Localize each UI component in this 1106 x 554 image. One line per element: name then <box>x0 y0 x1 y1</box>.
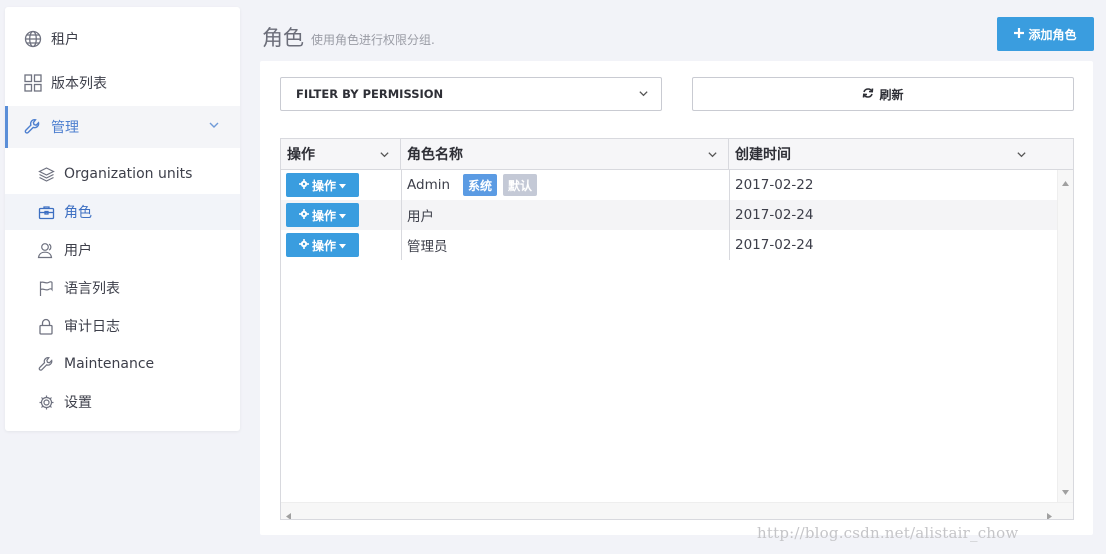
gear-icon <box>298 238 309 252</box>
creation-time: 2017-02-22 <box>729 170 1057 200</box>
sidebar-item-label: 角色 <box>64 205 92 221</box>
caret-down-icon <box>339 208 346 222</box>
sidebar-item-label: 用户 <box>64 243 92 259</box>
sidebar-item-label: 租户 <box>51 32 79 48</box>
flag-icon <box>36 278 56 298</box>
sidebar-item-label: 版本列表 <box>51 76 107 92</box>
chevron-down-icon <box>208 119 220 135</box>
gear-icon <box>298 178 309 192</box>
globe-icon <box>23 29 43 49</box>
creation-time: 2017-02-24 <box>729 200 1057 230</box>
table-row: 操作 管理员 2017-02-24 <box>281 230 1057 260</box>
chevron-down-icon <box>1016 148 1027 164</box>
row-actions-button[interactable]: 操作 <box>286 173 359 197</box>
grid-icon <box>23 73 43 93</box>
lock-icon <box>36 316 56 336</box>
row-actions-button[interactable]: 操作 <box>286 203 359 227</box>
sidebar: 租户 版本列表 管理 Organization units 角色 用户 语言列表… <box>5 7 240 431</box>
roles-grid: 操作 角色名称 创建时间 操作 Admin 系统 默认 2017-02-22 操… <box>280 138 1074 520</box>
sidebar-item-users[interactable]: 用户 <box>5 232 240 268</box>
caret-down-icon <box>339 238 346 252</box>
creation-time: 2017-02-24 <box>729 230 1057 260</box>
static-badge: 系统 <box>463 174 498 196</box>
chevron-down-icon <box>707 148 718 164</box>
plus-icon <box>1014 27 1025 41</box>
default-badge: 默认 <box>503 174 538 196</box>
briefcase-icon <box>36 202 56 222</box>
grid-header: 操作 角色名称 创建时间 <box>281 139 1073 170</box>
add-role-label: 添加角色 <box>1028 27 1077 42</box>
sidebar-item-label: 语言列表 <box>64 281 120 297</box>
scroll-up-icon[interactable] <box>1062 174 1069 190</box>
table-row: 操作 用户 2017-02-24 <box>281 200 1057 230</box>
gear-icon <box>36 392 56 412</box>
refresh-label: 刷新 <box>879 87 904 102</box>
sidebar-item-label: 设置 <box>64 395 92 411</box>
sidebar-item-label: 管理 <box>51 120 79 136</box>
users-icon <box>36 240 56 260</box>
page-subtitle: 使用角色进行权限分组. <box>311 33 435 47</box>
sidebar-item-administration[interactable]: 管理 <box>5 106 240 148</box>
scroll-left-icon[interactable] <box>286 508 291 519</box>
scroll-right-icon[interactable] <box>1047 508 1052 519</box>
column-header-role-name[interactable]: 角色名称 <box>401 139 729 169</box>
column-header-creation-time[interactable]: 创建时间 <box>729 139 1073 169</box>
chevron-down-icon <box>379 148 390 164</box>
sidebar-item-label: Maintenance <box>64 356 155 372</box>
vertical-scrollbar[interactable] <box>1057 170 1073 503</box>
refresh-icon <box>862 87 874 102</box>
sidebar-item-settings[interactable]: 设置 <box>5 384 240 420</box>
wrench-icon <box>23 117 43 137</box>
row-actions-button[interactable]: 操作 <box>286 233 359 257</box>
sidebar-item-editions[interactable]: 版本列表 <box>5 64 240 102</box>
permission-filter-select[interactable]: FILTER BY PERMISSION <box>280 77 662 111</box>
watermark: http://blog.csdn.net/alistair_chow <box>757 524 1019 542</box>
add-role-button[interactable]: 添加角色 <box>997 17 1094 51</box>
filter-label: FILTER BY PERMISSION <box>296 87 444 101</box>
sidebar-item-audit-logs[interactable]: 审计日志 <box>5 308 240 344</box>
sidebar-item-label: Organization units <box>64 166 193 182</box>
sidebar-item-tenants[interactable]: 租户 <box>5 20 240 58</box>
sidebar-item-languages[interactable]: 语言列表 <box>5 270 240 306</box>
table-row: 操作 Admin 系统 默认 2017-02-22 <box>281 170 1057 200</box>
gear-icon <box>298 208 309 222</box>
wrench-icon <box>36 354 56 374</box>
sidebar-item-organization-units[interactable]: Organization units <box>5 156 240 192</box>
role-name: 管理员 <box>407 239 448 255</box>
refresh-button[interactable]: 刷新 <box>692 77 1074 111</box>
page-title: 角色 <box>262 26 304 50</box>
role-name: Admin <box>407 177 451 193</box>
caret-down-icon <box>339 178 346 192</box>
column-header-actions[interactable]: 操作 <box>281 139 401 169</box>
sidebar-item-label: 审计日志 <box>64 319 120 335</box>
horizontal-scrollbar[interactable] <box>281 502 1073 519</box>
role-name: 用户 <box>407 209 434 225</box>
sidebar-item-roles[interactable]: 角色 <box>5 194 240 230</box>
layers-icon <box>36 164 56 184</box>
sidebar-item-maintenance[interactable]: Maintenance <box>5 346 240 382</box>
scroll-down-icon[interactable] <box>1062 483 1069 499</box>
chevron-down-icon <box>638 88 649 102</box>
